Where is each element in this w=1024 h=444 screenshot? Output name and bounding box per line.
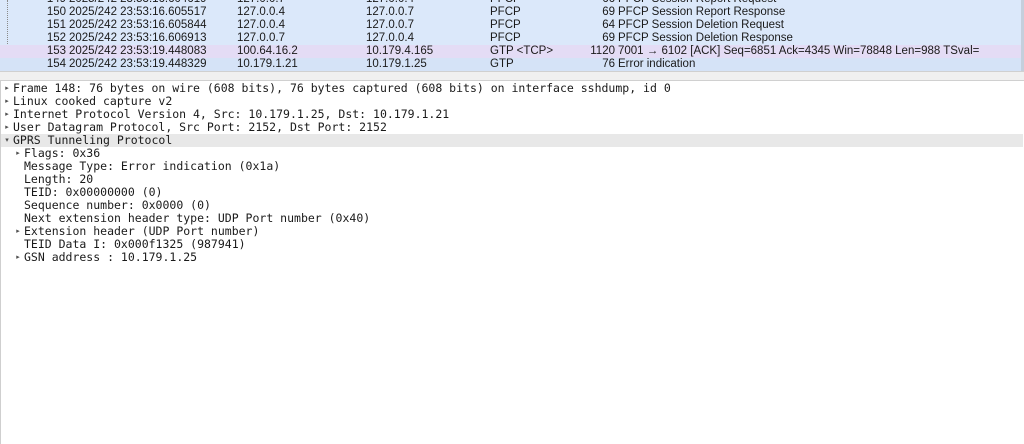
packet-protocol: GTP — [490, 58, 514, 70]
packet-protocol: PFCP — [490, 32, 521, 44]
detail-tree-item[interactable]: ▾ GPRS Tunneling Protocol — [1, 134, 1023, 147]
packet-row[interactable]: 151 2025/242 23:53:16.605844 127.0.0.4 127.… — [0, 19, 1024, 32]
packet-number: 151 — [46, 19, 66, 31]
packet-info: Error indication — [618, 58, 696, 70]
packet-time: 2025/242 23:53:16.605844 — [69, 19, 207, 31]
packet-info: PFCP Session Deletion Response — [618, 32, 793, 44]
packet-source: 127.0.0.7 — [237, 32, 285, 44]
packet-number: 154 — [46, 58, 66, 70]
packet-info: PFCP Session Deletion Request — [618, 19, 784, 31]
packet-time: 2025/242 23:53:19.448329 — [69, 58, 207, 70]
expand-arrow-icon[interactable]: ▸ — [3, 95, 11, 108]
packet-row[interactable]: 154 2025/242 23:53:19.448329 10.179.1.21 10… — [0, 58, 1024, 71]
packet-length: 76 — [602, 58, 615, 70]
packet-details-tree[interactable]: ▸ Frame 148: 76 bytes on wire (608 bits),… — [0, 81, 1024, 444]
packet-number: 150 — [46, 6, 66, 18]
packet-destination: 127.0.0.4 — [366, 32, 414, 44]
packet-number: 153 — [46, 45, 66, 57]
detail-tree-item[interactable]: ▸ GSN address : 10.179.1.25 — [1, 251, 1023, 264]
packet-row[interactable]: 152 2025/242 23:53:16.606913 127.0.0.7 127.… — [0, 32, 1024, 45]
packet-number: 152 — [46, 32, 66, 44]
packet-source: 127.0.0.4 — [237, 19, 285, 31]
packet-length: 69 — [602, 32, 615, 44]
expand-arrow-icon[interactable]: ▸ — [3, 108, 11, 121]
expand-arrow-icon[interactable]: ▸ — [14, 225, 22, 238]
packet-protocol: PFCP — [490, 19, 521, 31]
detail-tree-item[interactable]: Message Type: Error indication (0x1a) — [1, 160, 1023, 173]
packet-destination: 127.0.0.7 — [366, 19, 414, 31]
packet-destination: 10.179.1.25 — [366, 58, 427, 70]
packet-info: PFCP Session Report Response — [618, 6, 786, 18]
collapse-arrow-icon[interactable]: ▾ — [3, 134, 11, 147]
packet-length: 64 — [602, 19, 615, 31]
packet-time: 2025/242 23:53:19.448083 — [69, 45, 207, 57]
packet-length: 1120 — [590, 45, 615, 57]
packet-length: 69 — [602, 6, 615, 18]
detail-tree-label: GSN address : 10.179.1.25 — [24, 250, 198, 264]
expand-arrow-icon[interactable]: ▸ — [3, 121, 11, 134]
packet-row[interactable]: 153 2025/242 23:53:19.448083 100.64.16.2 10… — [0, 45, 1024, 58]
packet-info: 7001 → 6102 [ACK] Seq=6851 Ack=4345 Win=… — [618, 45, 980, 57]
packet-time: 2025/242 23:53:16.605517 — [69, 6, 207, 18]
packet-protocol: PFCP — [490, 6, 521, 18]
packet-row[interactable]: 150 2025/242 23:53:16.605517 127.0.0.4 127.… — [0, 6, 1024, 19]
packet-protocol: GTP <TCP> — [490, 45, 554, 57]
pane-splitter[interactable] — [0, 71, 1024, 81]
expand-arrow-icon[interactable]: ▸ — [14, 251, 22, 264]
packet-destination: 127.0.0.7 — [366, 6, 414, 18]
packet-source: 100.64.16.2 — [237, 45, 298, 57]
expand-arrow-icon[interactable]: ▸ — [3, 82, 11, 95]
packet-source: 10.179.1.21 — [237, 58, 298, 70]
packet-time: 2025/242 23:53:16.606913 — [69, 32, 207, 44]
packet-source: 127.0.0.4 — [237, 6, 285, 18]
packet-destination: 10.179.4.165 — [366, 45, 434, 57]
expand-arrow-icon[interactable]: ▸ — [14, 147, 22, 160]
packet-list[interactable]: 1492025/242 23:53:16.604619127.0.0.7127.… — [0, 0, 1024, 71]
